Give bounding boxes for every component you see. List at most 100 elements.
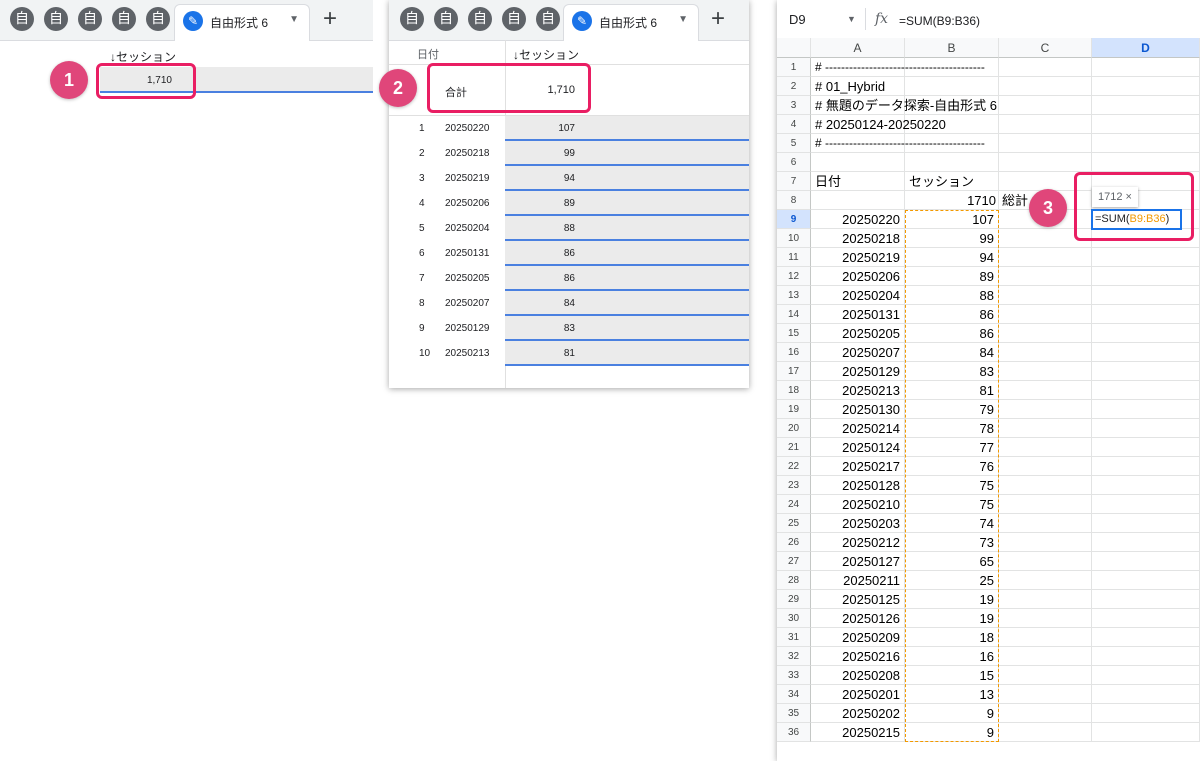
grid-cell[interactable] [1092, 58, 1200, 77]
row-header-13[interactable]: 13 [777, 286, 811, 305]
grid-cell[interactable] [999, 495, 1092, 514]
row-header-27[interactable]: 27 [777, 552, 811, 571]
grid-cell[interactable] [1092, 666, 1200, 685]
table-row[interactable]: 4 20250206 89 [389, 191, 749, 216]
name-box[interactable]: D9 [789, 12, 806, 27]
row-header-5[interactable]: 5 [777, 134, 811, 153]
grid-cell[interactable] [999, 685, 1092, 704]
row-header-12[interactable]: 12 [777, 267, 811, 286]
date-cell[interactable]: 20250205 [811, 324, 905, 343]
row-header-36[interactable]: 36 [777, 723, 811, 742]
row-header-15[interactable]: 15 [777, 324, 811, 343]
row-header-28[interactable]: 28 [777, 571, 811, 590]
cell-b8[interactable]: 1710 [905, 191, 996, 210]
date-cell[interactable]: 20250217 [811, 457, 905, 476]
grid-cell[interactable] [1092, 628, 1200, 647]
date-cell[interactable]: 20250209 [811, 628, 905, 647]
grid-cell[interactable] [1092, 115, 1200, 134]
table-row[interactable]: 9 20250129 83 [389, 316, 749, 341]
date-cell[interactable]: 20250125 [811, 590, 905, 609]
tab-explore-5[interactable]: 自 [146, 7, 172, 33]
chevron-down-icon[interactable]: ▼ [289, 14, 299, 25]
grid-cell[interactable] [1092, 362, 1200, 381]
grid-cell[interactable] [1092, 324, 1200, 343]
date-cell[interactable]: 20250206 [811, 267, 905, 286]
tab-explore-4[interactable]: 自 [502, 7, 528, 33]
grid-cell[interactable] [999, 533, 1092, 552]
row-header-23[interactable]: 23 [777, 476, 811, 495]
date-cell[interactable]: 20250208 [811, 666, 905, 685]
date-cell[interactable]: 20250126 [811, 609, 905, 628]
grid-cell[interactable] [999, 476, 1092, 495]
table-row[interactable]: 2 20250218 99 [389, 141, 749, 166]
grid-cell[interactable] [999, 457, 1092, 476]
tab-active-freeform[interactable]: ✎ 自由形式 6 ▼ [563, 4, 699, 41]
grid-cell[interactable] [999, 419, 1092, 438]
grid-cell[interactable] [999, 438, 1092, 457]
grid-cell[interactable] [1092, 476, 1200, 495]
grid-cell[interactable] [999, 362, 1092, 381]
row-header-8[interactable]: 8 [777, 191, 811, 210]
grid-cell[interactable] [999, 609, 1092, 628]
date-cell[interactable]: 20250128 [811, 476, 905, 495]
row-header-30[interactable]: 30 [777, 609, 811, 628]
date-cell[interactable]: 20250202 [811, 704, 905, 723]
grid-cell[interactable] [811, 153, 905, 172]
row-header-6[interactable]: 6 [777, 153, 811, 172]
grid-cell[interactable] [1092, 400, 1200, 419]
table-row[interactable]: 6 20250131 86 [389, 241, 749, 266]
date-cell[interactable]: 20250131 [811, 305, 905, 324]
grid-cell[interactable] [999, 77, 1092, 96]
grid-cell[interactable] [999, 96, 1092, 115]
tab-explore-4[interactable]: 自 [112, 7, 138, 33]
chevron-down-icon[interactable]: ▼ [678, 14, 688, 25]
row-header-11[interactable]: 11 [777, 248, 811, 267]
select-all-corner[interactable] [777, 38, 811, 58]
date-cell[interactable]: 20250211 [811, 571, 905, 590]
tab-explore-5[interactable]: 自 [536, 7, 562, 33]
add-tab-button[interactable]: + [704, 6, 732, 34]
grid-cell[interactable] [1092, 552, 1200, 571]
row-header-33[interactable]: 33 [777, 666, 811, 685]
date-cell[interactable]: 20250216 [811, 647, 905, 666]
grid-cell[interactable] [999, 134, 1092, 153]
cell-a2[interactable]: # 01_Hybrid [811, 77, 999, 96]
grid-cell[interactable] [999, 381, 1092, 400]
column-header-b[interactable]: B [905, 38, 999, 58]
grid-cell[interactable] [1092, 438, 1200, 457]
date-cell[interactable]: 20250212 [811, 533, 905, 552]
date-column-header[interactable]: 日付 [417, 46, 439, 62]
row-header-25[interactable]: 25 [777, 514, 811, 533]
table-row[interactable]: 7 20250205 86 [389, 266, 749, 291]
tab-active-freeform[interactable]: ✎ 自由形式 6 ▼ [174, 4, 310, 41]
grid-cell[interactable] [1092, 704, 1200, 723]
grid-cell[interactable] [1092, 77, 1200, 96]
tab-explore-3[interactable]: 自 [78, 7, 104, 33]
grid-cell[interactable] [999, 514, 1092, 533]
grid-cell[interactable] [1092, 343, 1200, 362]
grid-cell[interactable] [999, 267, 1092, 286]
date-cell[interactable]: 20250214 [811, 419, 905, 438]
grid-cell[interactable] [1092, 514, 1200, 533]
grid-cell[interactable] [1092, 723, 1200, 742]
date-cell[interactable]: 20250204 [811, 286, 905, 305]
date-cell[interactable]: 20250130 [811, 400, 905, 419]
row-header-24[interactable]: 24 [777, 495, 811, 514]
grid-cell[interactable] [999, 153, 1092, 172]
date-cell[interactable]: 20250219 [811, 248, 905, 267]
column-header-c[interactable]: C [999, 38, 1092, 58]
grid-cell[interactable] [1092, 96, 1200, 115]
grid-cell[interactable] [999, 343, 1092, 362]
row-header-17[interactable]: 17 [777, 362, 811, 381]
date-cell[interactable]: 20250215 [811, 723, 905, 742]
table-row[interactable]: 5 20250204 88 [389, 216, 749, 241]
grid-cell[interactable] [999, 324, 1092, 343]
cell-a7[interactable]: 日付 [811, 172, 905, 191]
grid-cell[interactable] [1092, 153, 1200, 172]
grid-cell[interactable] [1092, 134, 1200, 153]
grid-cell[interactable] [999, 248, 1092, 267]
row-header-32[interactable]: 32 [777, 647, 811, 666]
grid-cell[interactable] [999, 58, 1092, 77]
tab-explore-1[interactable]: 自 [10, 7, 36, 33]
date-cell[interactable]: 20250220 [811, 210, 905, 229]
